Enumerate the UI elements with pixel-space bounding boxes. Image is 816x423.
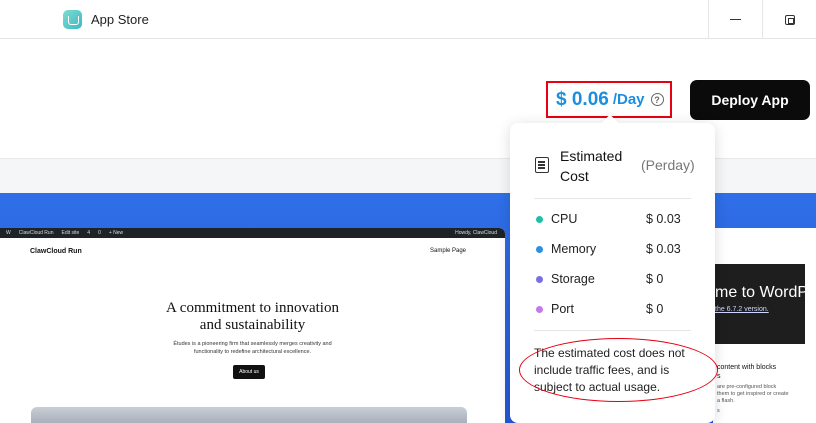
divider [534, 198, 691, 199]
wp-admin-bar: W ClawCloud Run Edit site 4 0 + New Howd… [0, 228, 505, 238]
hero-title-line: A commitment to innovation [166, 300, 339, 316]
admin-bar-new: + New [108, 230, 124, 236]
cost-value: $ 0 [646, 272, 664, 286]
admin-bar-comments: 0 [98, 230, 101, 236]
cost-disclaimer: The estimated cost does not include traf… [534, 346, 685, 394]
block-text-line: a flash. [717, 398, 735, 404]
price-indicator[interactable]: $ 0.06 /Day ? [546, 81, 672, 118]
popover-title-line: Estimated [560, 148, 623, 164]
about-us-button: About us [233, 365, 265, 379]
site-name: ClawCloud Run [30, 248, 82, 255]
block-text-line: are pre-configured block [717, 384, 777, 390]
price-value: $ 0.06 [556, 88, 609, 110]
help-circle-icon[interactable]: ? [650, 93, 664, 106]
cost-row-port: Port $ 0 [534, 299, 691, 319]
estimated-cost-popover: Estimated Cost (Perday) CPU $ 0.03 Memor… [510, 123, 715, 423]
hero-title-line: and sustainability [199, 317, 306, 333]
hero-title: A commitment to innovation and sustainab… [0, 300, 505, 334]
cost-label: Memory [551, 242, 597, 256]
window-title: App Store [91, 12, 149, 27]
minimize-button[interactable] [708, 0, 762, 39]
cost-value: $ 0.03 [646, 212, 681, 226]
cost-value: $ 0.03 [646, 242, 681, 256]
admin-bar-site: ClawCloud Run [18, 230, 54, 236]
restore-button[interactable] [762, 0, 816, 39]
receipt-icon [535, 157, 549, 173]
hero-text: Études is a pioneering firm that seamles… [0, 340, 505, 356]
cost-label: Storage [551, 272, 595, 286]
cost-row-cpu: CPU $ 0.03 [534, 209, 691, 229]
block-title-line: s [717, 373, 721, 380]
cost-row-storage: Storage $ 0 [534, 269, 691, 289]
hero-text-line: functionality to redefine architectural … [193, 349, 312, 355]
cost-row-memory: Memory $ 0.03 [534, 239, 691, 259]
block-title-line: content with blocks [717, 364, 777, 371]
admin-bar-edit: Edit site [61, 230, 80, 236]
block-title: content with blocks s [717, 363, 776, 381]
minimize-icon [730, 19, 741, 20]
title-bar: App Store [0, 0, 816, 39]
admin-bar-updates: 4 [87, 230, 91, 236]
version-link: the 6.7.2 version. [715, 306, 769, 313]
restore-icon [784, 14, 795, 25]
storage-dot-icon [536, 275, 543, 283]
wp-logo-icon: W [6, 230, 11, 236]
hero-text-line: Études is a pioneering firm that seamles… [173, 341, 332, 347]
block-text-line: them to get inspired or create [717, 391, 789, 397]
cost-label: CPU [551, 212, 578, 226]
screenshot-wordpress-site[interactable]: W ClawCloud Run Edit site 4 0 + New Howd… [0, 228, 505, 423]
block-link: s [717, 408, 720, 414]
popover-title-line: Cost [560, 168, 589, 184]
welcome-panel [713, 264, 805, 344]
block-text: are pre-configured block them to get ins… [717, 384, 789, 405]
cost-period: (Perday) [641, 157, 695, 173]
memory-dot-icon [536, 245, 543, 253]
cost-label: Port [551, 302, 574, 316]
port-dot-icon [536, 305, 543, 313]
site-nav-link: Sample Page [430, 248, 467, 254]
deploy-app-button[interactable]: Deploy App [690, 80, 810, 120]
admin-bar-user: Howdy, ClawCloud [455, 230, 497, 236]
cpu-dot-icon [536, 215, 543, 223]
welcome-heading: me to WordP [715, 284, 809, 301]
app-store-icon [63, 10, 82, 29]
hero-image [31, 407, 467, 423]
popover-title: Estimated Cost [560, 146, 640, 186]
price-unit: /Day [612, 91, 645, 108]
cost-value: $ 0 [646, 302, 664, 316]
divider [534, 330, 691, 331]
screenshot-wordpress-dashboard[interactable]: me to WordP the 6.7.2 version. content w… [713, 228, 816, 423]
